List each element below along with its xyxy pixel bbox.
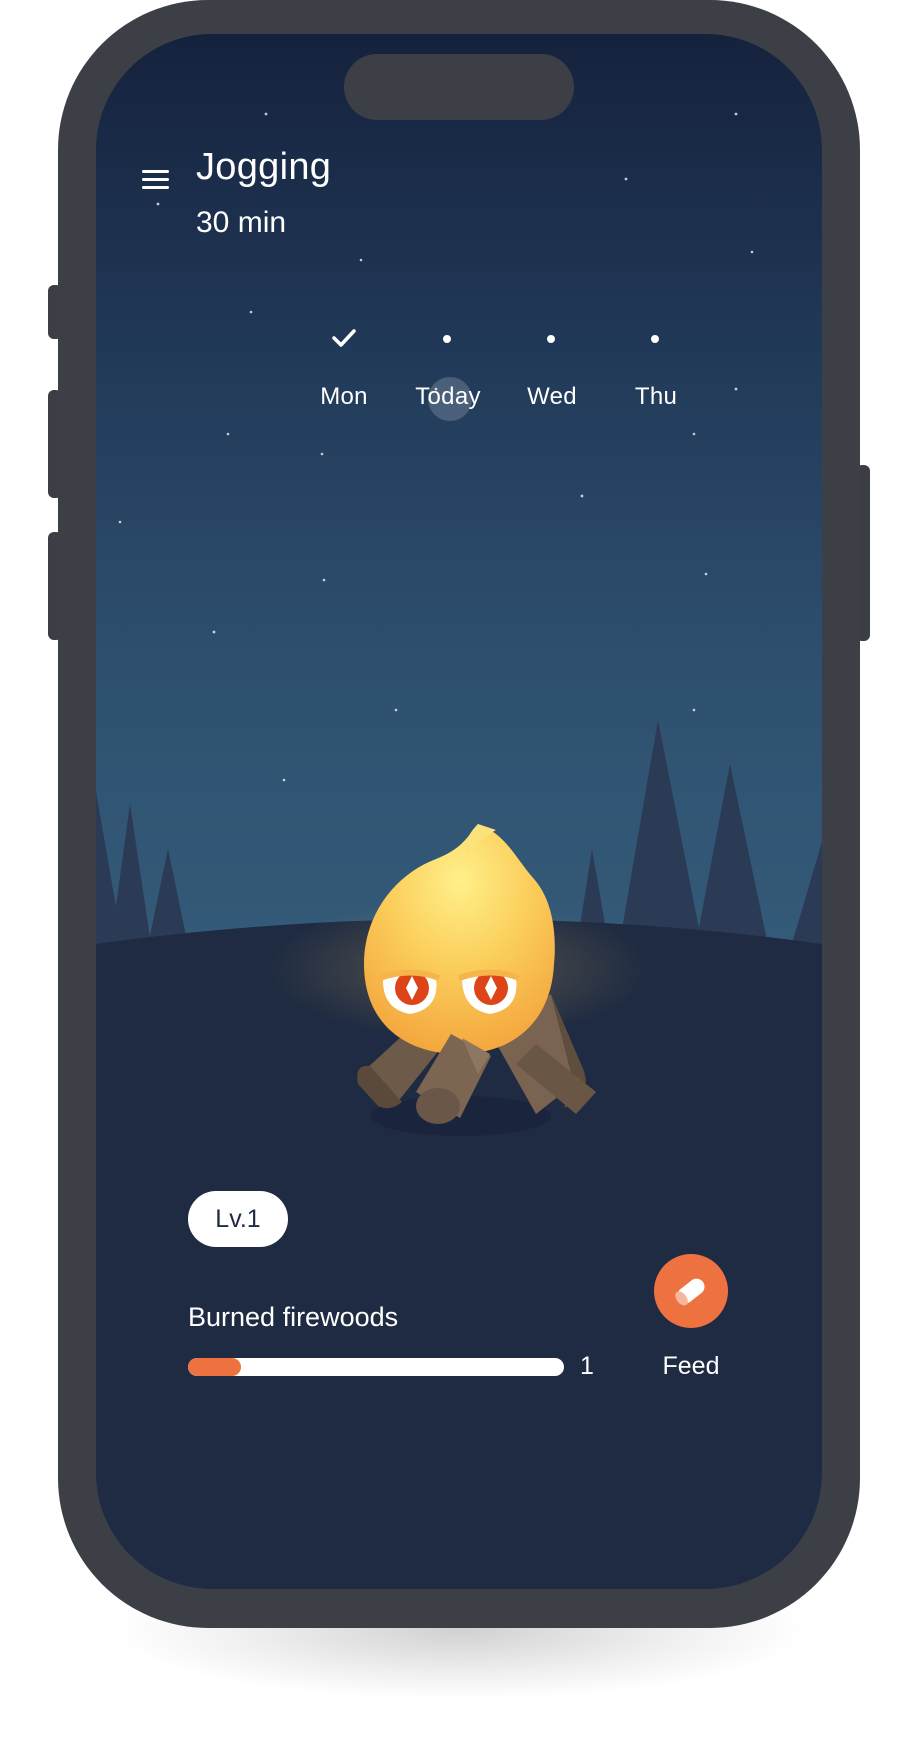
check-icon <box>292 319 396 359</box>
flame-character <box>364 824 555 1054</box>
day-label: Thu <box>634 383 678 410</box>
feed-button[interactable] <box>654 1254 728 1328</box>
habit-duration: 30 min <box>196 206 287 239</box>
day-mon[interactable]: Mon <box>292 319 396 429</box>
feed-label[interactable]: Feed <box>636 1352 746 1381</box>
progress-fill <box>188 1358 241 1376</box>
left-trees <box>96 791 192 964</box>
firewood-count: 1 <box>580 1352 594 1380</box>
dynamic-island <box>344 54 574 120</box>
menu-icon <box>142 170 169 189</box>
day-wed[interactable]: Wed <box>500 319 604 429</box>
day-label: Wed <box>527 383 577 410</box>
progress-bar <box>188 1358 564 1376</box>
firewood-icon <box>675 1278 705 1306</box>
day-thu[interactable]: Thu <box>604 319 708 429</box>
progress-label: Burned firewoods <box>188 1302 399 1332</box>
level-badge: Lv.1 <box>188 1191 288 1247</box>
day-label: Today <box>415 383 481 410</box>
device-stage: Jogging 30 min Mon Today Wed Thu Lv.1 Bu… <box>0 0 918 1750</box>
app-screen: Jogging 30 min Mon Today Wed Thu Lv.1 Bu… <box>96 34 822 1589</box>
week-tracker: Mon Today Wed Thu <box>292 319 712 429</box>
dot-icon <box>651 335 659 343</box>
dot-icon <box>547 335 555 343</box>
habit-title: Jogging <box>196 146 332 188</box>
day-today[interactable]: Today <box>396 319 500 429</box>
day-label: Mon <box>320 383 368 410</box>
menu-button[interactable] <box>140 164 172 196</box>
dot-icon <box>443 335 451 343</box>
